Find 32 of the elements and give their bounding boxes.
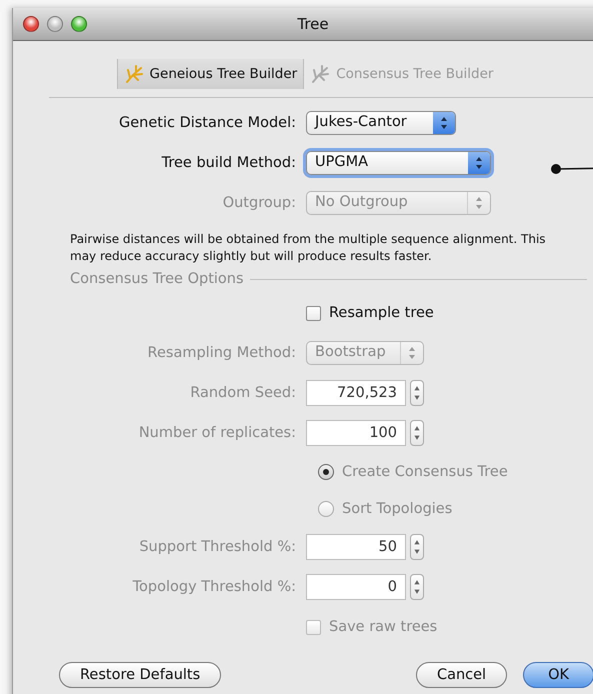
field-label: Outgroup: [222, 195, 296, 211]
popup-menu[interactable]: Jukes-Cantor [306, 111, 456, 135]
leader-line [550, 163, 593, 175]
window-control-button[interactable] [23, 16, 39, 32]
field-label: Topology Threshold %: [132, 579, 296, 595]
window-control-button[interactable] [47, 16, 63, 32]
field-label: Resampling Method: [146, 345, 296, 361]
updown-arrows-icon [408, 346, 416, 360]
description-text: Pairwise distances will be obtained from the multiple sequence alignment. This may reduce accuracy slightly but will produce results faster. [70, 231, 547, 265]
stepper-arrows[interactable] [410, 380, 424, 406]
field-label: Support Threshold %: [138, 539, 296, 555]
stepper-arrows[interactable] [410, 574, 424, 600]
window-title: Tree [297, 15, 329, 33]
tab[interactable]: Geneious Tree Builder [116, 59, 304, 89]
updown-arrows-icon [440, 116, 448, 130]
field-label: Genetic Distance Model: [118, 115, 296, 131]
default-button[interactable]: OK [523, 662, 593, 688]
branch-icon [124, 64, 144, 84]
updown-arrows-icon [475, 196, 483, 210]
window-control-button[interactable] [71, 16, 87, 32]
dialog-button[interactable]: Restore Defaults [59, 662, 222, 688]
stepper-arrows[interactable] [410, 420, 424, 446]
field-label: Number of replicates: [138, 425, 296, 441]
field-label: Random Seed: [189, 385, 296, 401]
dialog-button[interactable]: Cancel [416, 662, 508, 688]
branch-icon [310, 64, 330, 84]
checkbox[interactable]: Resample tree [306, 305, 434, 321]
field-label: Tree build Method: [160, 155, 296, 171]
popup-menu[interactable]: UPGMA [306, 151, 491, 175]
section-title: Consensus Tree Options [70, 271, 244, 287]
updown-arrows-icon [475, 156, 483, 170]
stepper-arrows[interactable] [410, 534, 424, 560]
